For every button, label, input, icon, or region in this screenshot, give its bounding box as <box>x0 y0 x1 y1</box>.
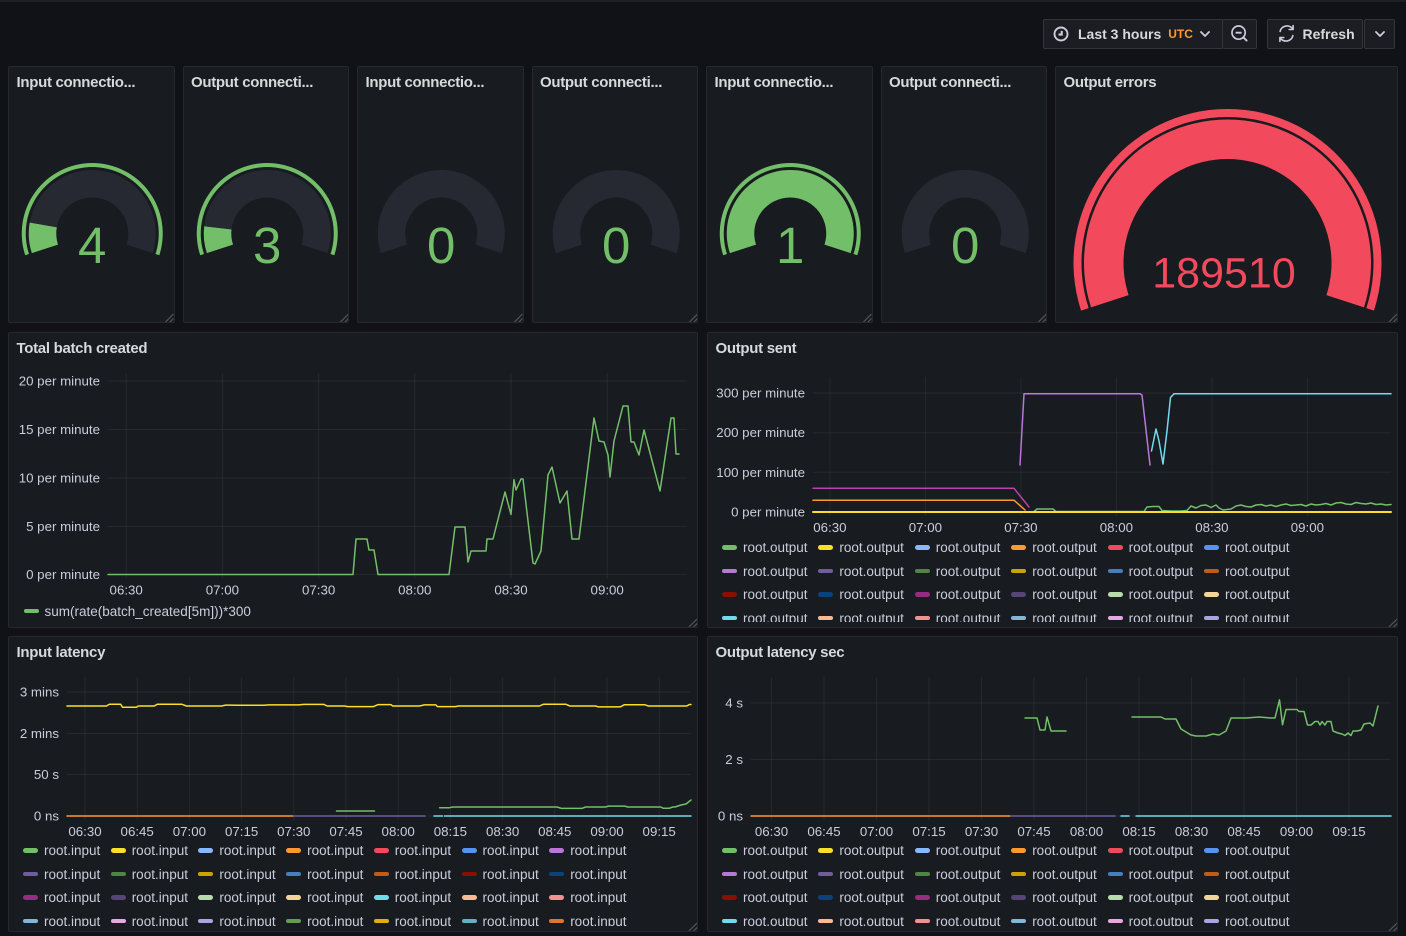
svg-text:3: 3 <box>253 217 281 274</box>
svg-text:4: 4 <box>78 217 106 274</box>
svg-text:1: 1 <box>776 217 804 274</box>
svg-text:0: 0 <box>427 217 455 274</box>
svg-text:0: 0 <box>951 217 979 274</box>
svg-text:189510: 189510 <box>1152 250 1296 298</box>
svg-text:0: 0 <box>602 217 630 274</box>
